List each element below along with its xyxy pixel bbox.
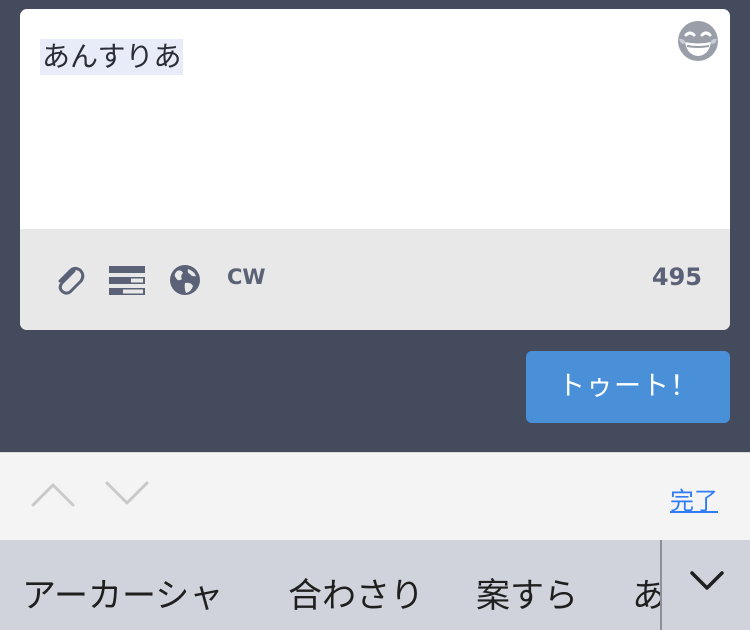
chevron-up-icon[interactable] (31, 479, 75, 509)
grinning-squinting-face-icon[interactable] (676, 19, 720, 63)
compose-textarea[interactable]: あんすりあ (20, 9, 730, 229)
globe-icon[interactable] (168, 263, 202, 297)
keyboard-accessory-bar: 完了 (0, 452, 750, 541)
done-button[interactable]: 完了 (670, 481, 718, 516)
suggestion-item[interactable]: 案すら (476, 568, 578, 617)
paperclip-icon[interactable] (52, 263, 86, 297)
compose-text[interactable]: あんすりあ (40, 39, 184, 75)
predictive-text-bar: アーカーシャ 合わさり 案すら あ (0, 540, 750, 630)
poll-bars-icon[interactable] (109, 263, 145, 297)
character-counter: 495 (651, 263, 702, 291)
suggestion-item[interactable]: 合わさり (288, 568, 424, 617)
expand-suggestions-button[interactable] (660, 540, 750, 630)
compose-toolbar: CW 495 (20, 229, 730, 330)
toot-button[interactable]: トゥート！ (526, 351, 730, 423)
content-warning-button[interactable]: CW (227, 265, 266, 289)
compose-form: あんすりあ CW 495 (20, 9, 730, 330)
chevron-down-icon (690, 571, 724, 590)
chevron-down-icon[interactable] (105, 479, 149, 509)
suggestion-item[interactable]: アーカーシャ (22, 568, 223, 617)
